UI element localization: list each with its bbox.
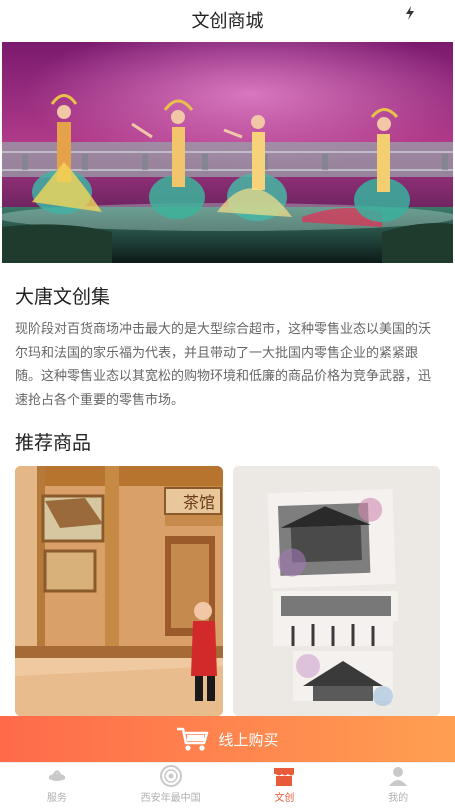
teahouse-sign: 茶馆 — [183, 493, 215, 512]
hero-banner-image[interactable] — [2, 42, 453, 263]
tab-cultural-shop-label: 文创 — [274, 793, 295, 804]
product-card-postcards[interactable] — [233, 466, 440, 716]
collection-description: 现阶段对百货商场冲击最大的是大型综合超市，这种零售业态以美国的沃尔玛和法国的家乐… — [15, 322, 432, 408]
shop-icon — [274, 768, 295, 786]
collection-title: 大唐文创集 — [15, 286, 111, 308]
user-icon — [389, 767, 408, 786]
recommend-title: 推荐商品 — [15, 432, 92, 454]
flash-icon[interactable] — [405, 6, 415, 20]
bottom-tab-bar: 服务 西安年最中国 文创 我的 — [0, 762, 455, 809]
tab-service[interactable]: 服务 — [0, 763, 114, 809]
tab-xian-year-label: 西安年最中国 — [140, 793, 201, 804]
tab-mine-label: 我的 — [388, 793, 409, 804]
cart-icon — [177, 727, 209, 751]
service-icon — [48, 770, 65, 781]
tab-mine[interactable]: 我的 — [341, 763, 455, 809]
emblem-icon — [159, 765, 182, 787]
page-title: 文创商城 — [191, 11, 264, 32]
product-card-teahouse[interactable]: 茶馆 — [15, 466, 223, 716]
tab-xian-year[interactable]: 西安年最中国 — [114, 763, 228, 809]
buy-online-label: 线上购买 — [218, 730, 279, 749]
tab-service-label: 服务 — [46, 793, 67, 804]
top-bar: 文创商城 — [0, 0, 455, 40]
tab-cultural-shop[interactable]: 文创 — [228, 763, 342, 809]
buy-online-button[interactable]: 线上购买 — [0, 716, 455, 762]
